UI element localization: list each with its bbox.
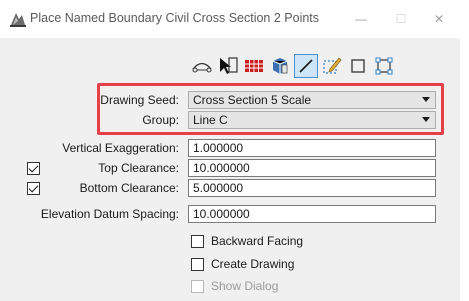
window-title: Place Named Boundary Civil Cross Section… [30,11,320,25]
show-dialog-checkbox[interactable] [191,280,204,293]
chevron-down-icon [422,97,430,102]
bottom-clearance-field[interactable]: 5.000000 [188,179,436,197]
vertical-exaggeration-field[interactable]: 1.000000 [188,139,436,157]
create-drawing-checkbox[interactable] [191,258,204,271]
title-bar: Place Named Boundary Civil Cross Section… [0,0,469,38]
backward-facing-label: Backward Facing [211,234,304,248]
window-edge [460,38,469,301]
app-icon [9,10,27,28]
view-cube-icon[interactable] [268,54,292,78]
pencil-select-icon[interactable] [320,54,344,78]
show-dialog-label: Show Dialog [211,279,279,293]
bottom-clearance-label: Bottom Clearance: [79,181,179,195]
shape-corners-icon[interactable] [372,54,396,78]
drawing-seed-dropdown[interactable]: Cross Section 5 Scale [188,91,436,109]
grid-icon[interactable] [242,54,266,78]
drawing-seed-label: Drawing Seed: [100,93,179,107]
minimize-button[interactable]: — [346,8,376,30]
bottom-clearance-checkbox[interactable] [27,182,40,195]
group-value: Line C [193,113,228,127]
drawing-seed-value: Cross Section 5 Scale [193,93,312,107]
group-label: Group: [142,113,179,127]
top-clearance-checkbox[interactable] [27,162,40,175]
create-drawing-label: Create Drawing [211,257,295,271]
group-dropdown[interactable]: Line C [188,111,436,129]
elevation-datum-spacing-field[interactable]: 10.000000 [188,205,436,223]
vertical-exaggeration-label: Vertical Exaggeration: [62,141,179,155]
top-clearance-field[interactable]: 10.000000 [188,159,436,177]
two-point-line-icon[interactable] [294,54,318,78]
rectangle-icon[interactable] [346,54,370,78]
chevron-down-icon [422,117,430,122]
backward-facing-checkbox[interactable] [191,235,204,248]
element-select-icon[interactable] [216,54,240,78]
maximize-button[interactable]: ☐ [386,8,416,30]
elevation-datum-spacing-label: Elevation Datum Spacing: [40,207,179,221]
close-button[interactable]: ✕ [424,8,454,30]
arc-boundary-icon[interactable] [190,54,214,78]
top-clearance-label: Top Clearance: [98,161,179,175]
